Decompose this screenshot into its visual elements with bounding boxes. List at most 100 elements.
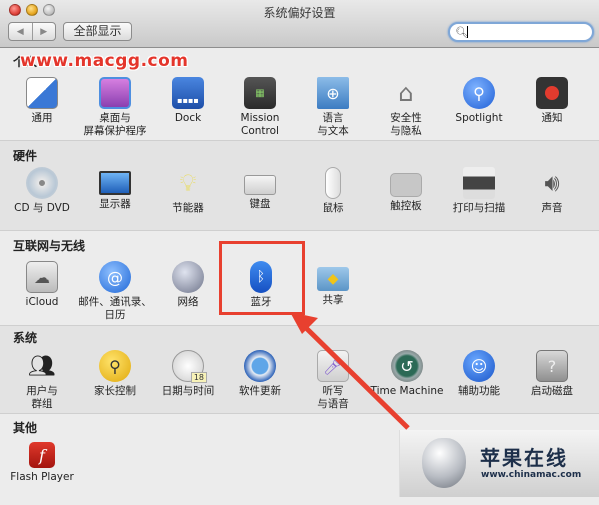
pane-label: 触控板: [390, 200, 422, 212]
pane-icloud[interactable]: ☁ iCloud: [5, 261, 79, 309]
mail-icon: @: [99, 261, 131, 293]
logo-url: www.chinamac.com: [481, 470, 582, 480]
pane-label: 显示器: [99, 198, 131, 210]
network-icon: [172, 261, 204, 293]
pane-software-update[interactable]: 软件更新: [223, 350, 297, 398]
startup-disk-icon: ?: [536, 350, 568, 382]
users-icon: 👥︎: [28, 353, 56, 379]
accessibility-icon: ☺: [463, 350, 495, 382]
cd-dvd-icon: [26, 167, 58, 199]
watermark: www.macgg.com: [20, 51, 189, 71]
pane-sharing[interactable]: ◆ 共享: [296, 261, 370, 307]
text-caret: [467, 26, 468, 38]
pane-label: 安全性 与隐私: [390, 112, 422, 137]
apple-logo-icon: [422, 438, 466, 488]
section-title: 系统: [13, 331, 38, 345]
pane-language-text[interactable]: ⊕ 语言 与文本: [296, 77, 370, 138]
pane-label: 听写 与语音: [317, 385, 349, 410]
general-icon: [26, 77, 58, 109]
pane-label: 邮件、通讯录、 日历: [78, 296, 152, 321]
pane-dictation-speech[interactable]: 🎤︎ 听写 与语音: [296, 350, 370, 411]
pane-desktop-screensaver[interactable]: 桌面与 屏幕保护程序: [78, 77, 152, 138]
pane-parental-controls[interactable]: ⚲ 家长控制: [78, 350, 152, 398]
pane-users-groups[interactable]: 👥︎ 用户与 群组: [5, 350, 79, 411]
pane-startup-disk[interactable]: ? 启动磁盘: [515, 350, 589, 398]
calendar-date-badge: 18: [190, 372, 207, 383]
pane-label: 通用: [31, 112, 53, 124]
back-button[interactable]: ◀: [9, 23, 33, 40]
time-machine-icon: ↺: [391, 350, 423, 382]
mouse-icon: [325, 167, 341, 199]
icloud-icon: ☁: [26, 261, 58, 293]
system-preferences-window: 系统偏好设置 ◀ ▶ 全部显示 🔍︎ 个人 硬件 互联网与无线 系统 其他 ww…: [0, 0, 599, 505]
pane-date-time[interactable]: 18 日期与时间: [151, 350, 225, 398]
pane-label: 通知: [541, 112, 563, 124]
back-forward-control: ◀ ▶: [8, 22, 56, 41]
toolbar: 系统偏好设置 ◀ ▶ 全部显示 🔍︎: [0, 0, 599, 48]
flash-player-icon: f: [29, 442, 55, 468]
pane-trackpad[interactable]: 触控板: [369, 167, 443, 213]
pane-label: 启动磁盘: [531, 385, 573, 397]
pane-label: 鼠标: [322, 202, 344, 214]
pane-label: Time Machine: [370, 385, 444, 397]
dictation-icon: 🎤︎: [317, 350, 349, 382]
pane-label: 语言 与文本: [317, 112, 349, 137]
annotation-highlight-box: [219, 241, 305, 315]
pane-displays[interactable]: 显示器: [78, 167, 152, 211]
search-input[interactable]: 🔍︎: [448, 22, 594, 42]
pane-label: 声音: [541, 202, 563, 214]
section-title: 互联网与无线: [13, 239, 86, 253]
pane-sound[interactable]: 🔊︎ 声音: [515, 167, 589, 215]
show-all-button[interactable]: 全部显示: [63, 22, 132, 41]
site-logo: 苹果在线 www.chinamac.com: [399, 430, 599, 497]
pane-label: 键盘: [249, 198, 271, 210]
sharing-icon: ◆: [317, 267, 349, 291]
pane-energy-saver[interactable]: 💡︎ 节能器: [151, 167, 225, 215]
window-title: 系统偏好设置: [263, 6, 336, 20]
pane-label: 家长控制: [94, 385, 136, 397]
pane-security-privacy[interactable]: ⌂ 安全性 与隐私: [369, 77, 443, 138]
dock-icon: ▪▪▪▪: [172, 77, 204, 109]
section-title: 其他: [13, 421, 38, 435]
software-update-icon: [244, 350, 276, 382]
printer-icon: [463, 167, 495, 199]
pane-general[interactable]: 通用: [5, 77, 79, 125]
notifications-icon: [536, 77, 568, 109]
security-icon: ⌂: [398, 79, 414, 107]
pane-accessibility[interactable]: ☺ 辅助功能: [442, 350, 516, 398]
pane-keyboard[interactable]: 键盘: [223, 167, 297, 211]
section-title: 硬件: [13, 149, 38, 163]
pane-mail-contacts-calendars[interactable]: @ 邮件、通讯录、 日历: [78, 261, 152, 322]
pane-mouse[interactable]: 鼠标: [296, 167, 370, 215]
pane-dock[interactable]: ▪▪▪▪ Dock: [151, 77, 225, 125]
display-icon: [99, 171, 131, 195]
pane-network[interactable]: 网络: [151, 261, 225, 309]
pane-mission-control[interactable]: ▦ Mission Control: [223, 77, 297, 138]
pane-label: 日期与时间: [161, 385, 215, 397]
energy-saver-icon: 💡︎: [179, 169, 197, 197]
pane-label: 共享: [322, 294, 344, 306]
pane-cd-dvd[interactable]: CD 与 DVD: [5, 167, 79, 215]
desktop-icon: [99, 77, 131, 109]
pane-time-machine[interactable]: ↺ Time Machine: [369, 350, 445, 398]
pane-spotlight[interactable]: ⚲ Spotlight: [442, 77, 516, 125]
forward-button[interactable]: ▶: [33, 23, 56, 40]
pane-label: 辅助功能: [458, 385, 500, 397]
pane-label: 桌面与 屏幕保护程序: [83, 112, 147, 137]
pane-label: 节能器: [172, 202, 204, 214]
mission-control-icon: ▦: [244, 77, 276, 109]
parental-controls-icon: ⚲: [99, 350, 131, 382]
pane-label: 网络: [177, 296, 199, 308]
trackpad-icon: [390, 173, 422, 197]
logo-name: 苹果在线: [480, 446, 568, 470]
pane-label: 打印与扫描: [452, 202, 506, 214]
pane-notifications[interactable]: 通知: [515, 77, 589, 125]
pane-flash-player[interactable]: f Flash Player: [5, 442, 79, 484]
keyboard-icon: [244, 175, 276, 195]
pane-label: Flash Player: [10, 471, 74, 483]
pane-label: 软件更新: [239, 385, 281, 397]
pane-print-scan[interactable]: 打印与扫描: [442, 167, 516, 215]
date-time-icon: 18: [172, 350, 207, 383]
sound-icon: 🔊︎: [544, 169, 560, 197]
pane-label: CD 与 DVD: [14, 202, 70, 214]
